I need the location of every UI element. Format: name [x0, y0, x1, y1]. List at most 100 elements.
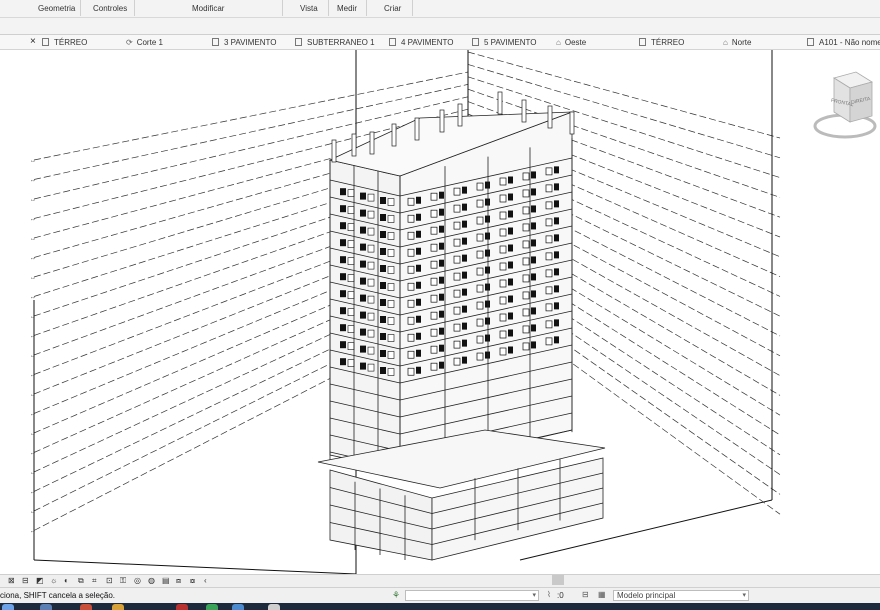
workset-dropdown[interactable]: ▾ [405, 590, 539, 601]
tab-label: TÉRREO [651, 37, 685, 47]
window [554, 166, 559, 174]
window [554, 302, 559, 310]
tab-subterraneo-1[interactable]: SUBTERRANEO 1 [295, 35, 375, 49]
window [360, 362, 366, 370]
window [476, 267, 484, 276]
window [531, 341, 536, 349]
close-view-icon[interactable]: × [30, 36, 36, 47]
ribbon-panel-modificar[interactable]: Modificar [192, 4, 224, 13]
window [387, 215, 395, 223]
window [439, 259, 444, 267]
tab-oeste[interactable]: ⌂ Oeste [556, 35, 586, 49]
window [522, 206, 530, 215]
taskbar-app-icon[interactable] [232, 604, 244, 610]
scroll-left-icon[interactable]: ‹ [204, 576, 207, 585]
window [347, 257, 355, 266]
window [367, 244, 375, 253]
window [462, 237, 467, 245]
worksharing-icon[interactable]: ⧈ [176, 576, 181, 586]
window [462, 254, 467, 262]
podium-left-face [329, 469, 433, 561]
reveal-hidden-icon[interactable]: ◍ [148, 576, 155, 585]
window [416, 230, 421, 238]
window [416, 281, 421, 289]
window [430, 226, 438, 235]
level-marker-icon: ↔ [30, 158, 36, 164]
window [367, 261, 375, 270]
tab-label: A101 - Não nome [819, 37, 880, 47]
taskbar-app-icon[interactable] [176, 604, 188, 610]
window [367, 346, 375, 355]
taskbar-app-icon[interactable] [268, 604, 280, 610]
filter-icon[interactable]: ⊟ [582, 590, 589, 599]
ribbon-panel-geometria[interactable]: Geometria [38, 4, 75, 13]
tab-5-pavimento[interactable]: 5 PAVIMENTO [472, 35, 536, 49]
taskbar-app-icon[interactable] [112, 604, 124, 610]
editable-only-icon[interactable]: ⌇ [547, 590, 551, 599]
taskbar-app-icon[interactable] [206, 604, 218, 610]
floor-plan-icon [472, 38, 479, 46]
horizontal-scrollbar-thumb[interactable] [552, 575, 564, 585]
window [545, 167, 553, 176]
tab-terreo-2[interactable]: TÉRREO [639, 35, 684, 49]
workset-icon[interactable]: ⚘ [392, 590, 400, 601]
shadows-icon[interactable]: ◐ [64, 576, 69, 585]
tab-4-pavimento[interactable]: 4 PAVIMENTO [389, 35, 453, 49]
render-icon[interactable]: ⧉ [78, 576, 84, 586]
ribbon-panel-criar[interactable]: Criar [384, 4, 401, 13]
window [347, 291, 355, 300]
window [545, 184, 553, 193]
scale-icon[interactable]: ⊠ [8, 576, 15, 585]
detail-level-icon[interactable]: ⊟ [22, 576, 29, 585]
tab-corte-1[interactable]: ⟳ Corte 1 [126, 35, 163, 49]
tab-norte[interactable]: ⌂ Norte [723, 35, 751, 49]
window [360, 260, 366, 268]
sun-path-icon[interactable]: ☼ [50, 576, 57, 585]
window [462, 305, 467, 313]
window [380, 282, 386, 289]
window [545, 286, 553, 295]
ribbon-panel-controles[interactable]: Controles [93, 4, 127, 13]
tab-3-pavimento[interactable]: 3 PAVIMENTO [212, 35, 276, 49]
window [554, 268, 559, 276]
window [522, 325, 530, 334]
window [367, 193, 375, 202]
window [499, 177, 507, 186]
design-options-icon[interactable]: ▦ [598, 590, 606, 599]
visual-style-icon[interactable]: ◩ [36, 576, 44, 585]
taskbar-app-icon[interactable] [80, 604, 92, 610]
window [508, 312, 513, 320]
show-crop-icon[interactable]: ⊡ [106, 576, 113, 585]
window [380, 367, 386, 374]
window [531, 239, 536, 247]
building-3d-model[interactable]: ↔ ↔ ↔ ↔ ↔ ↔ ↔ ↔ ↔ ↔ ↔ ↔ ↔ ↔ ↔ ↔ ↔ ↔ ↔ ↔ [0, 50, 880, 574]
tab-terreo[interactable]: TÉRREO [42, 35, 87, 49]
view-control-bar: ⊠ ⊟ ◩ ☼ ◐ ⧉ ⌗ ⊡ ⚿ ◎ ◍ ▤ ⧈ ⧇ ‹ [0, 574, 880, 587]
lock-3d-icon[interactable]: ⚿ [120, 576, 126, 586]
start-button-icon[interactable] [2, 604, 14, 610]
ribbon-panel-medir[interactable]: Medir [337, 4, 357, 13]
window [531, 290, 536, 298]
window [439, 293, 444, 301]
window [485, 300, 490, 308]
window [531, 222, 536, 230]
windows-taskbar [0, 603, 880, 610]
window [531, 171, 536, 179]
viewcube[interactable]: FRONTAL DIREITA [812, 64, 878, 146]
temp-props-icon[interactable]: ▤ [162, 576, 170, 585]
design-option-dropdown[interactable]: Modelo principal ▾ [613, 590, 749, 601]
tab-a101[interactable]: A101 - Não nome [807, 35, 880, 49]
window [508, 278, 513, 286]
taskbar-app-icon[interactable] [40, 604, 52, 610]
window [453, 255, 461, 264]
ribbon-panel-vista[interactable]: Vista [300, 4, 318, 13]
window [531, 307, 536, 315]
window [439, 191, 444, 199]
crop-view-icon[interactable]: ⌗ [92, 576, 97, 586]
selection-count: :0 [557, 591, 564, 600]
3d-viewport[interactable]: ↔ ↔ ↔ ↔ ↔ ↔ ↔ ↔ ↔ ↔ ↔ ↔ ↔ ↔ ↔ ↔ ↔ ↔ ↔ ↔ [0, 50, 880, 574]
window [347, 240, 355, 248]
temp-hide-icon[interactable]: ◎ [134, 576, 141, 585]
analytical-icon[interactable]: ⧇ [190, 576, 195, 586]
window [347, 223, 355, 231]
